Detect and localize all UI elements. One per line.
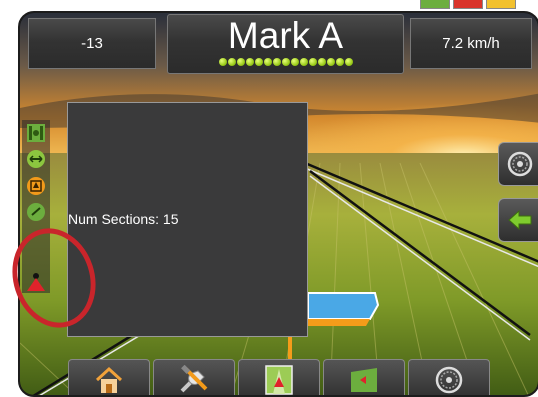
annotation-circle [12,228,96,328]
section-led [218,58,227,66]
guideline-title-box[interactable]: Mark A [167,14,404,74]
cross-track-error-value: -13 [81,35,103,52]
gps-status-icon[interactable] [24,201,48,223]
section-led [272,58,281,66]
section-status-leds [218,58,353,66]
section-led [281,58,290,66]
status-flag-green [420,0,450,9]
section-led [254,58,263,66]
tab-home[interactable] [68,359,150,395]
back-button[interactable] [498,198,538,242]
steering-view-button[interactable] [498,142,538,186]
steering-wheel-icon [435,366,463,393]
section-led [326,58,335,66]
bottom-tab-bar [68,359,490,395]
tab-field-mark[interactable] [323,359,405,395]
guidance-icon [265,364,293,395]
tab-steering[interactable] [408,359,490,395]
section-led [299,58,308,66]
guidance-mode-icon[interactable] [24,122,48,144]
device-screen: -13 Mark A 7.2 km/h Num Sections: 15 [18,11,538,397]
speed-value: 7.2 km/h [442,35,500,52]
section-led [227,58,236,66]
section-led [290,58,299,66]
back-arrow-icon [507,209,531,231]
section-led [245,58,254,66]
section-led [335,58,344,66]
section-led [263,58,272,66]
tools-icon [180,364,208,392]
section-led [317,58,326,66]
section-led [344,58,353,66]
home-icon [95,366,123,393]
status-flag-yellow [486,0,516,9]
tab-tools[interactable] [153,359,235,395]
speed-display: 7.2 km/h [410,18,532,69]
section-led [236,58,245,66]
status-flags [420,0,516,9]
steering-icon[interactable] [24,175,48,197]
section-led [308,58,317,66]
tab-guidance[interactable] [238,359,320,395]
guideline-title: Mark A [227,15,344,56]
steering-wheel-icon [507,151,532,177]
status-flag-red [453,0,483,9]
swath-width-icon[interactable] [24,148,48,170]
field-mark-icon [351,367,377,392]
cross-track-error-display: -13 [28,18,156,69]
